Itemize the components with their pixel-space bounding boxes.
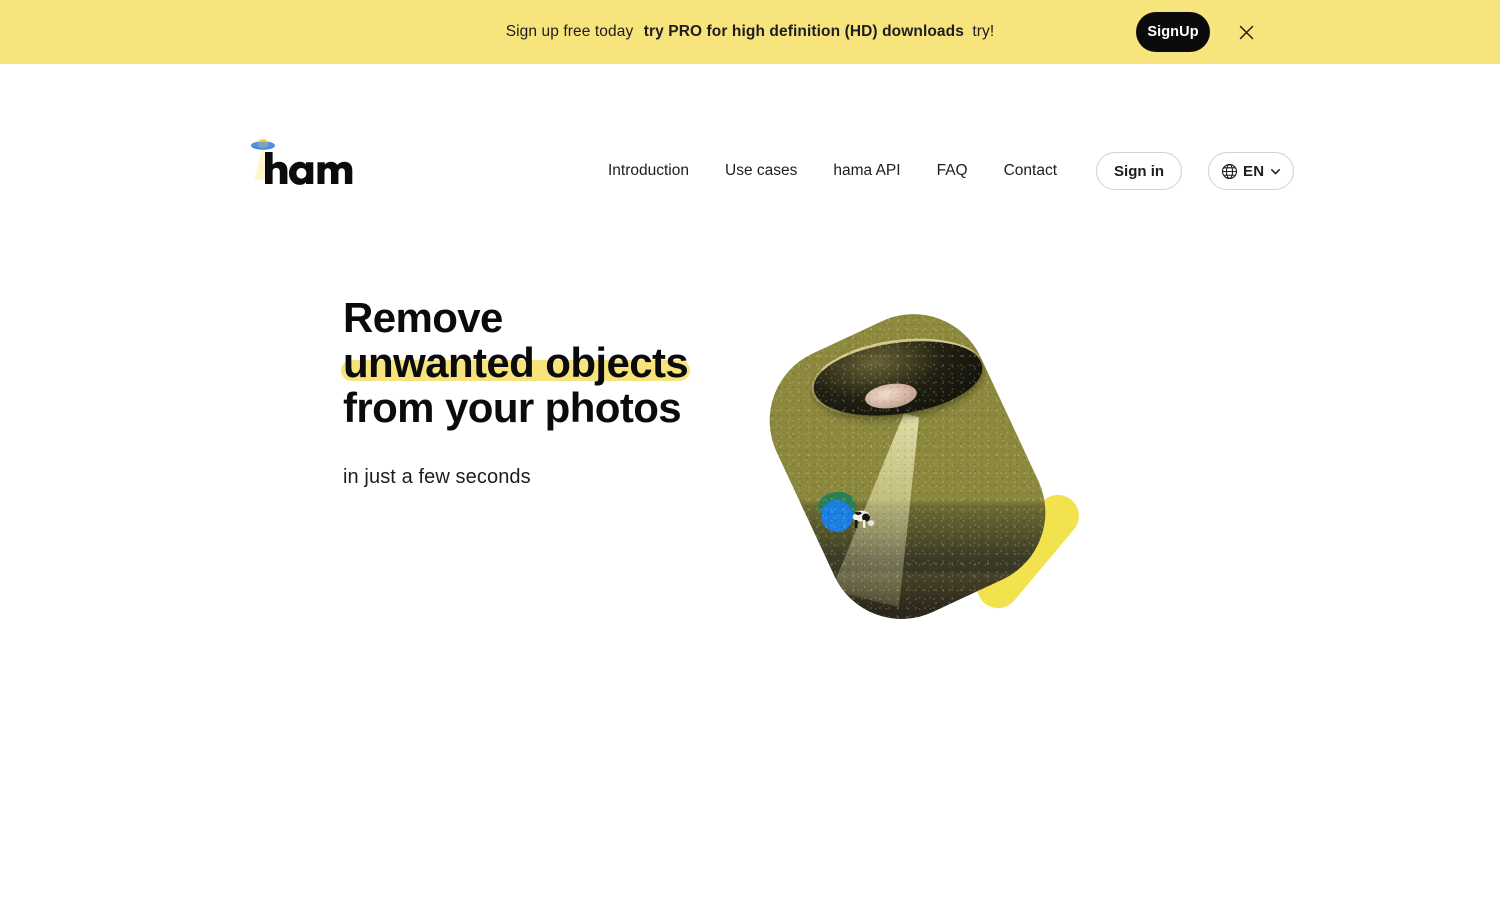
promo-message: Sign up free today try PRO for high defi… <box>506 23 995 41</box>
close-icon[interactable] <box>1233 19 1259 45</box>
hero-artwork <box>745 289 1190 644</box>
hero-copy: Remove unwanted objects from your photos… <box>341 294 691 489</box>
promo-trail-text: try! <box>972 23 995 40</box>
hero-title-highlight-wrap: unwanted objects <box>341 339 691 386</box>
promo-banner: Sign up free today try PRO for high defi… <box>0 0 1500 64</box>
hero-title-line-3: from your photos <box>343 384 682 431</box>
promo-lead-text: Sign up free today <box>505 23 634 40</box>
page-title: Remove unwanted objects from your photos <box>341 294 691 431</box>
hero-subtitle: in just a few seconds <box>343 466 531 488</box>
hero-section: Remove unwanted objects from your photos… <box>0 146 1500 644</box>
hero-title-line-1: Remove <box>343 294 503 341</box>
signup-button[interactable]: SignUp <box>1136 12 1210 52</box>
site-header: Introduction Use cases hama API FAQ Cont… <box>0 64 1500 190</box>
promo-bold-text: try PRO for high definition (HD) downloa… <box>643 23 964 40</box>
hero-title-line-2: unwanted objects <box>343 339 689 386</box>
